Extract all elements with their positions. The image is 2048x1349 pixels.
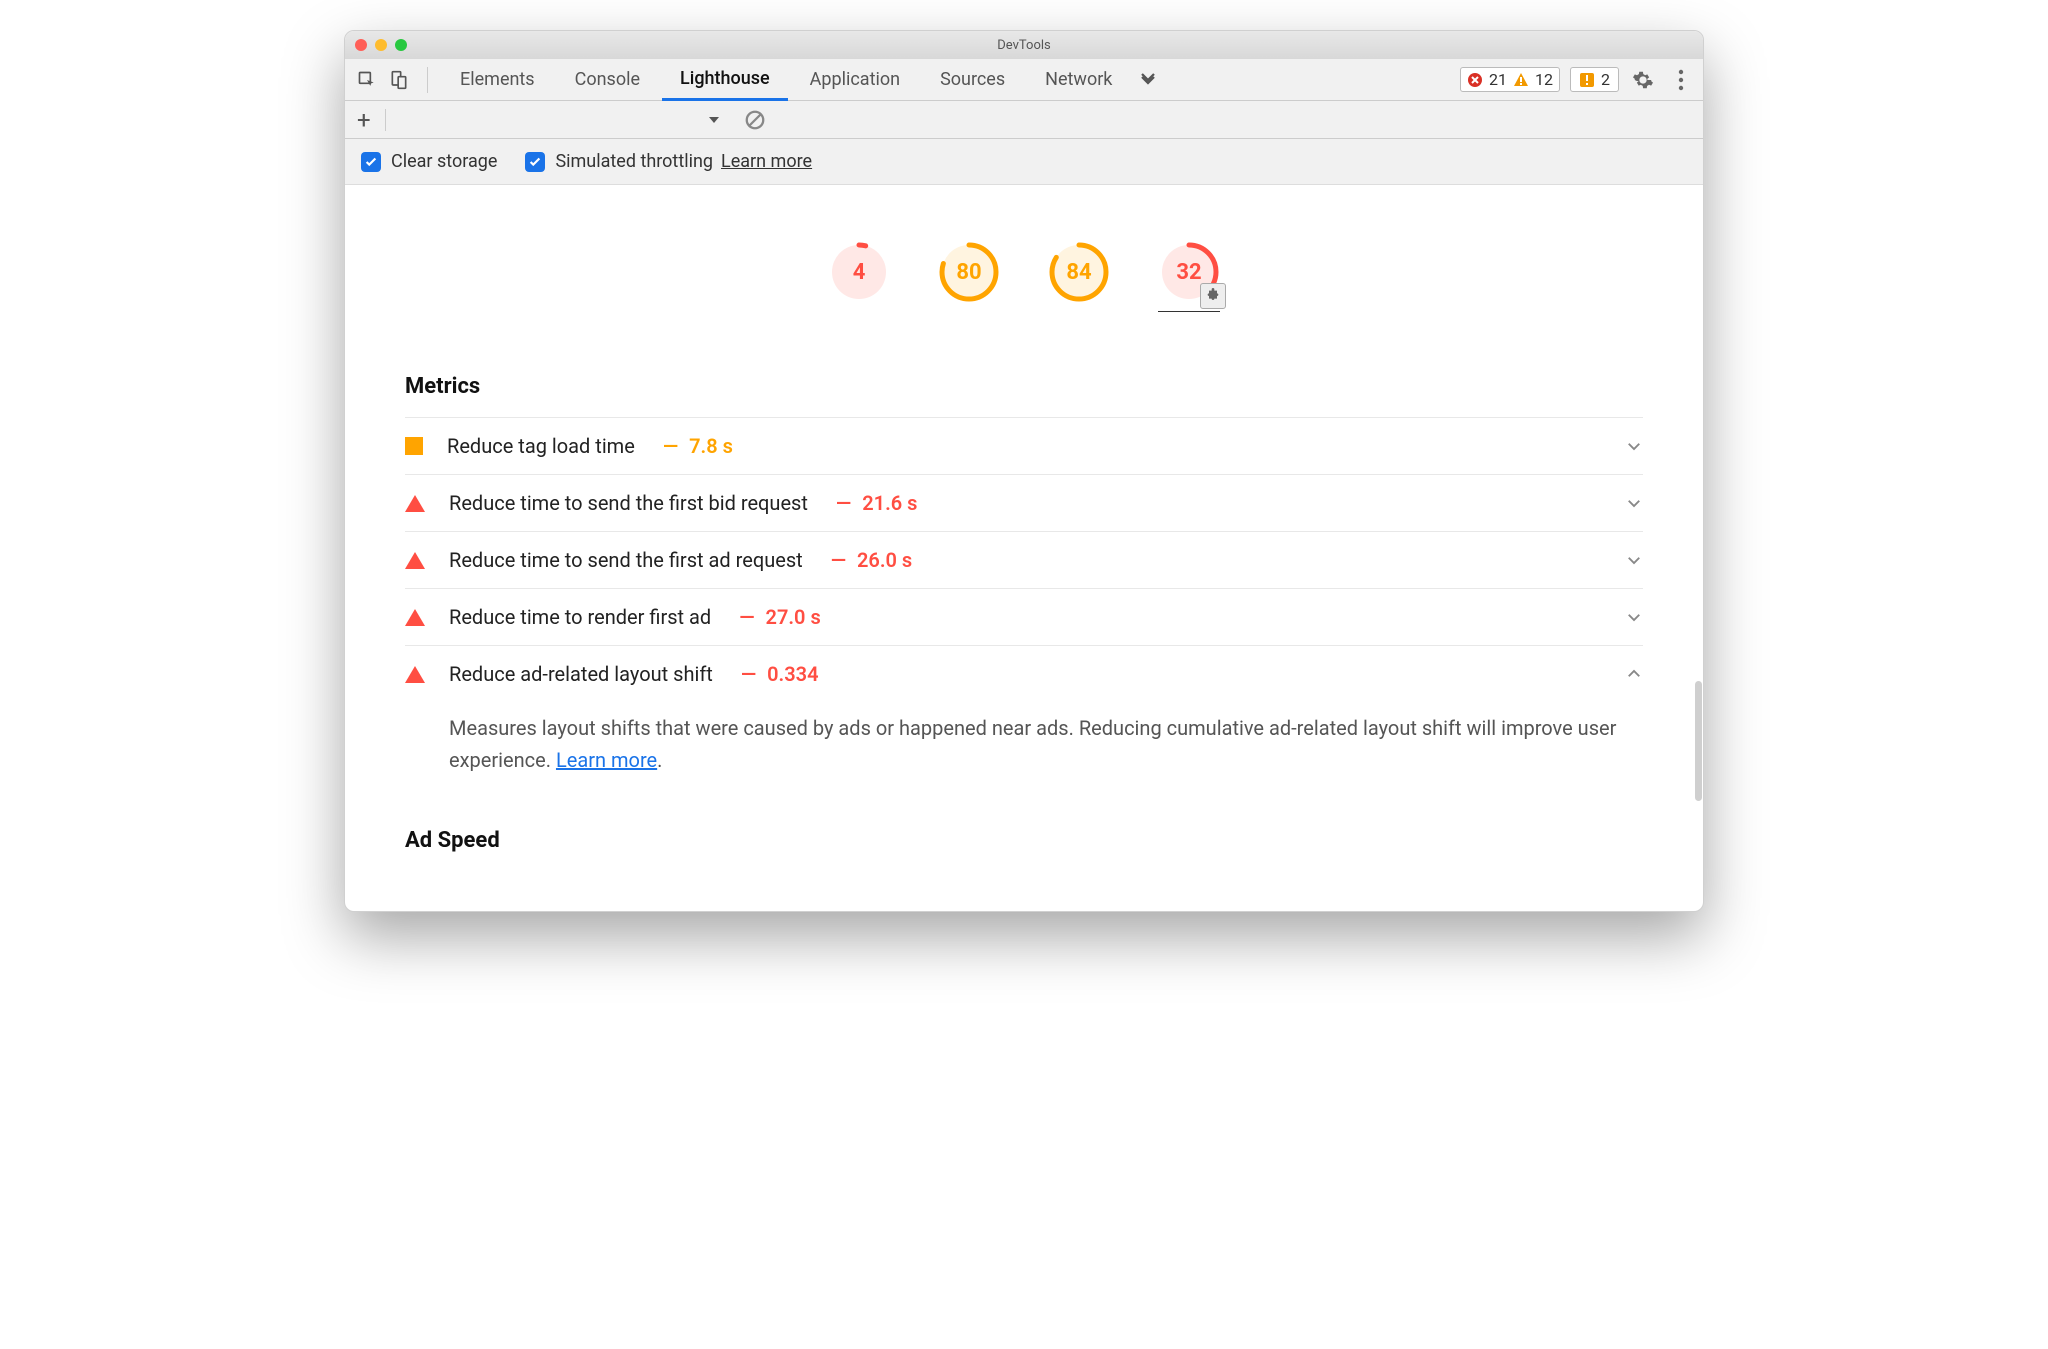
issue-count: 2	[1601, 70, 1610, 89]
simulated-throttling-option[interactable]: Simulated throttling	[525, 151, 713, 172]
checkbox-checked-icon	[525, 152, 545, 172]
metric-value: — 0.334	[735, 662, 819, 686]
checkbox-checked-icon	[361, 152, 381, 172]
console-errors-warnings[interactable]: 21 12	[1460, 67, 1560, 92]
score-gauge[interactable]: 4	[828, 241, 890, 312]
metric-row[interactable]: Reduce time to render first ad — 27.0 s	[405, 588, 1643, 645]
issues-badge[interactable]: 2	[1570, 67, 1619, 92]
learn-more-link[interactable]: Learn more	[556, 748, 657, 772]
dropdown-icon[interactable]	[708, 114, 720, 126]
chevron-up-icon	[1625, 665, 1643, 683]
device-icon[interactable]	[385, 66, 413, 94]
lighthouse-subbar: +	[345, 101, 1703, 139]
report-content: Metrics Reduce tag load time— 7.8 sReduc…	[345, 374, 1703, 911]
clear-storage-label: Clear storage	[391, 151, 497, 172]
metric-title: Reduce time to send the first bid reques…	[449, 491, 808, 515]
traffic-lights	[355, 39, 407, 51]
metric-row[interactable]: Reduce time to send the first ad request…	[405, 531, 1643, 588]
clear-icon[interactable]	[744, 109, 766, 131]
devtools-window: DevTools Elements Console Lighthouse App…	[344, 30, 1704, 912]
kebab-icon[interactable]	[1667, 66, 1695, 94]
score-value: 4	[828, 241, 890, 303]
metric-title: Reduce time to send the first ad request	[449, 548, 803, 572]
metrics-heading: Metrics	[405, 374, 1643, 399]
issue-icon	[1579, 72, 1595, 88]
scrollbar-thumb[interactable]	[1695, 681, 1702, 801]
fail-marker-icon	[405, 552, 425, 569]
error-icon	[1467, 72, 1483, 88]
score-value: 80	[938, 241, 1000, 303]
window-title: DevTools	[345, 38, 1703, 53]
metric-value: — 27.0 s	[733, 605, 821, 629]
divider	[427, 67, 428, 93]
devtools-tabbar: Elements Console Lighthouse Application …	[345, 59, 1703, 101]
metric-title: Reduce ad-related layout shift	[449, 662, 713, 686]
metric-row[interactable]: Reduce ad-related layout shift — 0.334	[405, 645, 1643, 702]
simulated-throttling-label: Simulated throttling	[555, 151, 713, 172]
chevron-down-icon	[1625, 437, 1643, 455]
metric-title: Reduce tag load time	[447, 434, 635, 458]
chevron-down-icon	[1625, 608, 1643, 626]
minimize-window-button[interactable]	[375, 39, 387, 51]
clear-storage-option[interactable]: Clear storage	[361, 151, 497, 172]
tab-sources[interactable]: Sources	[922, 59, 1023, 101]
score-gauge[interactable]: 84	[1048, 241, 1110, 312]
puzzle-icon	[1200, 283, 1226, 309]
fail-marker-icon	[405, 609, 425, 626]
error-count: 21	[1489, 70, 1507, 89]
tab-network[interactable]: Network	[1027, 59, 1130, 101]
more-tabs-icon[interactable]	[1134, 66, 1162, 94]
divider	[385, 109, 386, 131]
tab-lighthouse[interactable]: Lighthouse	[662, 59, 788, 101]
metric-value: — 21.6 s	[830, 491, 918, 515]
metric-row[interactable]: Reduce time to send the first bid reques…	[405, 474, 1643, 531]
fail-marker-icon	[405, 495, 425, 512]
tab-elements[interactable]: Elements	[442, 59, 553, 101]
tab-console[interactable]: Console	[557, 59, 658, 101]
tab-application[interactable]: Application	[792, 59, 918, 101]
metric-title: Reduce time to render first ad	[449, 605, 711, 629]
ad-speed-heading: Ad Speed	[405, 828, 1643, 853]
average-marker-icon	[405, 437, 423, 455]
fail-marker-icon	[405, 666, 425, 683]
score-gauge[interactable]: 80	[938, 241, 1000, 312]
close-window-button[interactable]	[355, 39, 367, 51]
gear-icon[interactable]	[1629, 66, 1657, 94]
metric-description: Measures layout shifts that were caused …	[405, 702, 1643, 794]
metric-value: — 26.0 s	[825, 548, 913, 572]
warning-icon	[1513, 72, 1529, 88]
titlebar: DevTools	[345, 31, 1703, 59]
metrics-list: Reduce tag load time — 7.8 s Reduce time t…	[405, 417, 1643, 794]
metric-value: — 7.8 s	[657, 434, 733, 458]
metric-row[interactable]: Reduce tag load time — 7.8 s	[405, 417, 1643, 474]
score-value: 84	[1048, 241, 1110, 303]
inspect-icon[interactable]	[353, 66, 381, 94]
chevron-down-icon	[1625, 551, 1643, 569]
warning-count: 12	[1535, 70, 1553, 89]
zoom-window-button[interactable]	[395, 39, 407, 51]
lighthouse-options: Clear storage Simulated throttling Learn…	[345, 139, 1703, 185]
new-report-button[interactable]: +	[357, 106, 371, 134]
learn-more-link[interactable]: Learn more	[721, 151, 812, 172]
chevron-down-icon	[1625, 494, 1643, 512]
score-gauge[interactable]: 32	[1158, 241, 1220, 312]
score-gauges: 4 80 84 32	[345, 185, 1703, 340]
